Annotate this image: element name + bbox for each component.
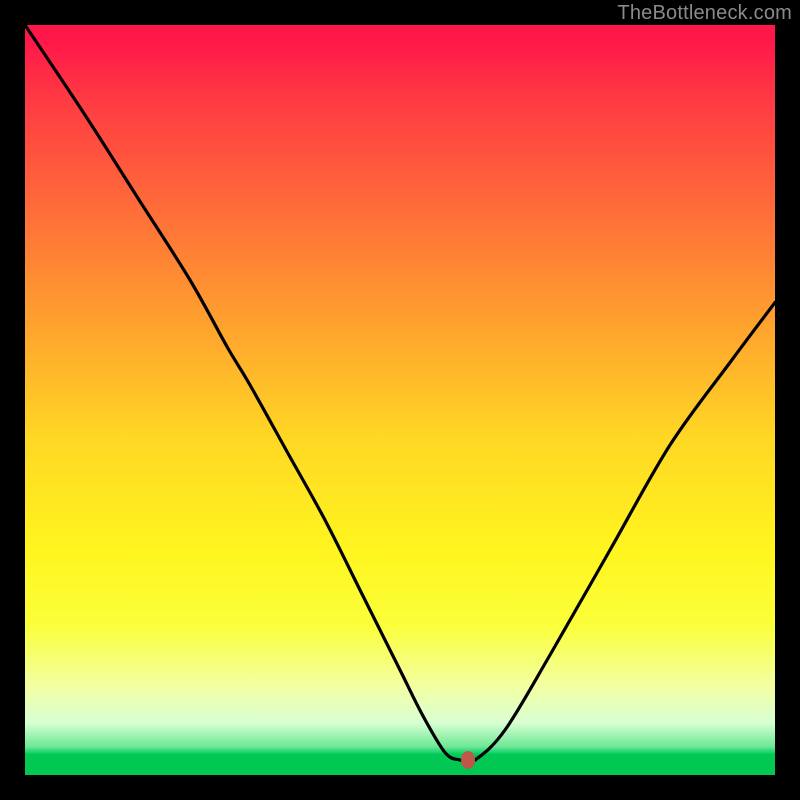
bottleneck-curve bbox=[25, 25, 775, 775]
optimum-marker bbox=[461, 751, 475, 769]
watermark-text: TheBottleneck.com bbox=[617, 2, 792, 25]
chart-frame: TheBottleneck.com bbox=[0, 0, 800, 800]
plot-area bbox=[25, 25, 775, 775]
